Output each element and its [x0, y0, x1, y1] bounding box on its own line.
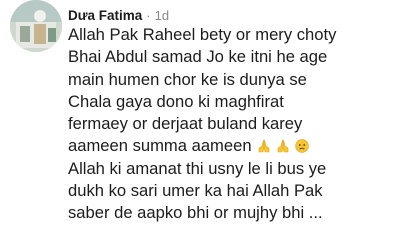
comment-line: Allah ki amanat thi usny le li bus ye [68, 158, 327, 178]
comment: Dưa Fatima · 1d Allah Pak Raheel bety or m… [0, 0, 412, 249]
comment-text: Allah Pak Raheel bety or mery choty Bhai… [68, 24, 406, 225]
comment-line: dukh ko sari umer ka hai Allah Pak [68, 181, 323, 201]
comment-line: saber de aapko bhi or mujhy bhi ... [68, 203, 323, 223]
author-name[interactable]: Dưa Fatima [68, 8, 142, 23]
timestamp[interactable]: 1d [155, 8, 169, 23]
comment-meta: Dưa Fatima · 1d [68, 8, 169, 24]
comment-line: aameen summa aameen [68, 136, 252, 156]
comment-line: fermaey or derjaat buland karey [68, 114, 303, 134]
praying-hands-icon [257, 139, 271, 153]
comment-line: main humen chor ke is dunya se [68, 69, 307, 89]
praying-hands-icon [276, 139, 290, 153]
separator-dot: · [146, 8, 151, 23]
avatar[interactable] [10, 0, 62, 52]
comment-line-with-emojis: aameen summa aameen [68, 135, 406, 157]
comment-line: Allah Pak Raheel bety or mery choty [68, 25, 337, 44]
sad-face-icon [294, 139, 309, 154]
comment-line: Bhai Abdul samad Jo ke itni he age [68, 47, 328, 67]
comment-line: Chala gaya dono ki maghfirat [68, 91, 284, 111]
